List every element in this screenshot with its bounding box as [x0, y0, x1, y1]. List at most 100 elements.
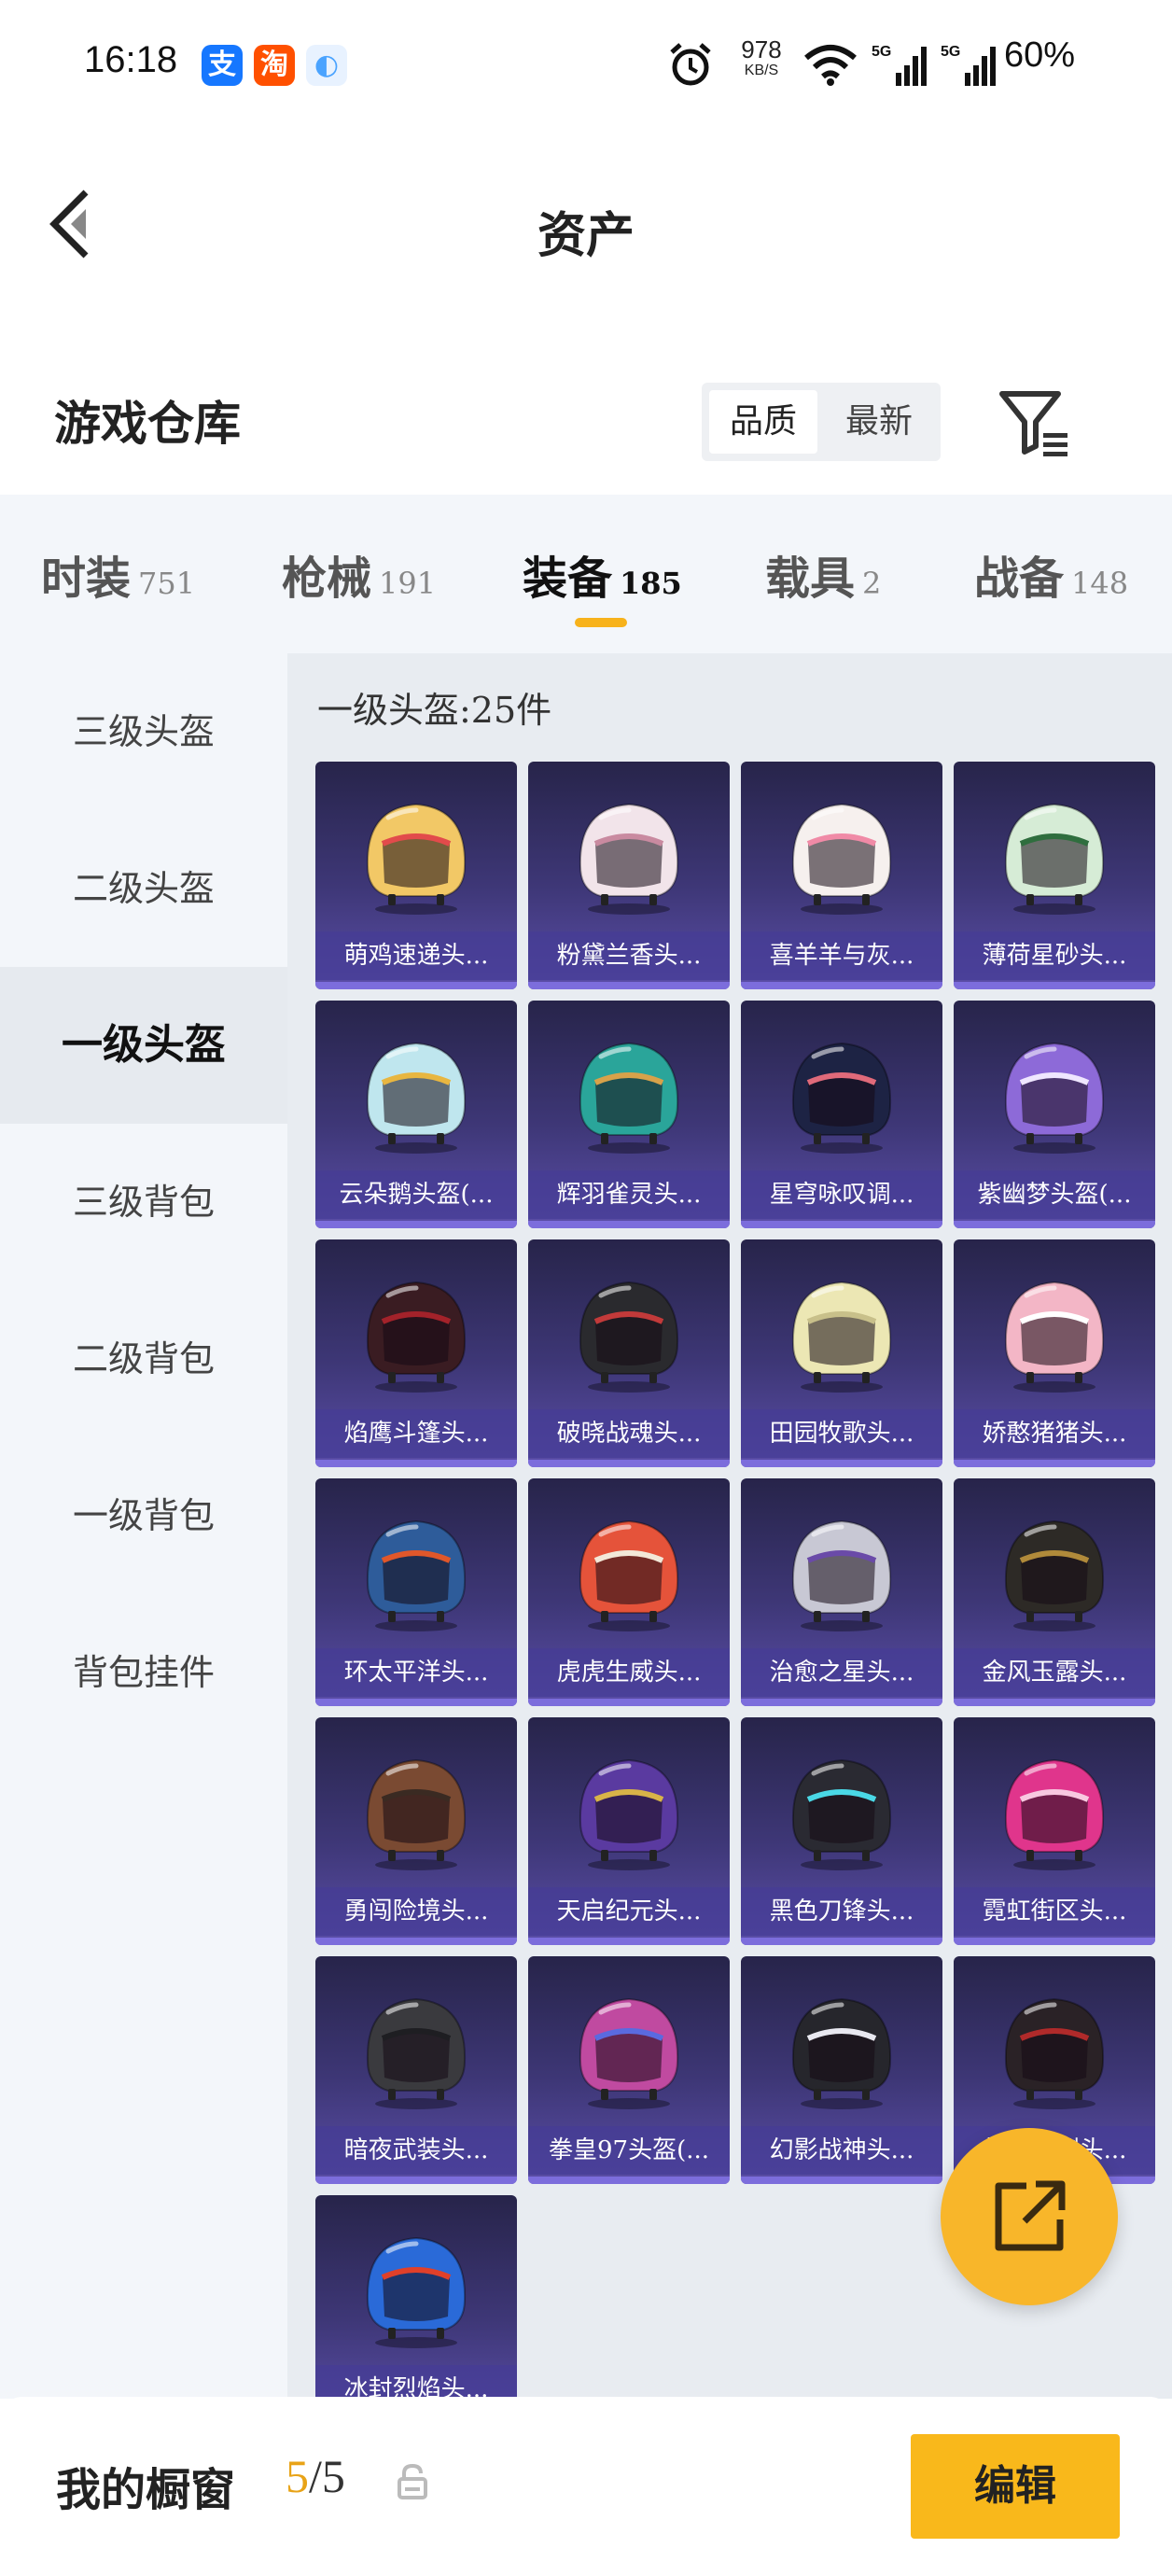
- item-card[interactable]: 田园牧歌头...: [741, 1239, 942, 1467]
- helmet-icon: [1004, 1758, 1105, 1870]
- item-name: 喜羊羊与灰...: [741, 931, 942, 980]
- item-card[interactable]: 焰鹰斗篷头...: [315, 1239, 517, 1467]
- svg-text:5G: 5G: [872, 44, 891, 60]
- item-card[interactable]: 霓虹街区头...: [954, 1717, 1155, 1945]
- cloud-app-icon: ◐: [306, 45, 347, 86]
- item-name: 治愈之星头...: [741, 1648, 942, 1697]
- item-card[interactable]: 冰封烈焰头...: [315, 2195, 517, 2423]
- sort-toggle: 品质 最新: [702, 383, 941, 461]
- tab-vehicles[interactable]: 载具 2: [765, 541, 881, 616]
- showcase-bar: 我的橱窗 5/5 编辑: [0, 2397, 1172, 2576]
- taobao-icon: 淘: [254, 45, 295, 86]
- tab-supplies[interactable]: 战备 148: [974, 541, 1128, 616]
- item-name: 破晓战魂头...: [528, 1409, 730, 1458]
- helmet-icon: [1004, 1519, 1105, 1631]
- item-name: 金风玉露头...: [954, 1648, 1155, 1697]
- item-card[interactable]: 暗夜武装头...: [315, 1956, 517, 2184]
- helmet-icon: [791, 1042, 892, 1154]
- page-title: 资产: [537, 207, 635, 264]
- network-speed: 978 KB/S: [741, 35, 782, 78]
- helmet-icon: [366, 1758, 467, 1870]
- share-external-icon: [995, 2180, 1066, 2251]
- helmet-icon: [1004, 1042, 1105, 1154]
- item-card[interactable]: 云朵鹅头盔(...: [315, 1001, 517, 1228]
- item-name: 天启纪元头...: [528, 1887, 730, 1936]
- item-card[interactable]: 拳皇97头盔(...: [528, 1956, 730, 2184]
- item-card[interactable]: 环太平洋头...: [315, 1478, 517, 1706]
- tab-fashion[interactable]: 时装 751: [41, 541, 195, 616]
- tab-label: 战备: [974, 553, 1065, 605]
- signal-5g-icon-2: 5G: [941, 44, 996, 86]
- sidebar-item-level2-backpack[interactable]: 二级背包: [0, 1281, 287, 1437]
- helmet-icon: [1004, 803, 1105, 915]
- status-bar: 16:18 支 淘 ◐ 978 KB/S 5G 5G 60%: [0, 0, 1172, 131]
- helmet-icon: [579, 803, 679, 915]
- showcase-title: 我的橱窗: [56, 2464, 236, 2516]
- helmet-icon: [791, 1281, 892, 1393]
- tab-equipment[interactable]: 装备 185: [523, 541, 682, 616]
- item-name: 云朵鹅头盔(...: [315, 1170, 517, 1219]
- active-tab-indicator: [575, 618, 627, 627]
- helmet-icon: [1004, 1997, 1105, 2109]
- edit-button[interactable]: 编辑: [911, 2434, 1120, 2539]
- item-card[interactable]: 喜羊羊与灰...: [741, 762, 942, 989]
- helmet-icon: [791, 1519, 892, 1631]
- sidebar-item-level1-helmet[interactable]: 一级头盔: [0, 967, 287, 1124]
- header: 资产: [0, 131, 1172, 299]
- item-name: 暗夜武装头...: [315, 2126, 517, 2175]
- item-name: 田园牧歌头...: [741, 1409, 942, 1458]
- item-card[interactable]: 黑色刀锋头...: [741, 1717, 942, 1945]
- helmet-icon: [579, 1758, 679, 1870]
- lock-icon: [398, 2463, 427, 2499]
- showcase-count-total: 5: [321, 2450, 345, 2502]
- item-name: 焰鹰斗篷头...: [315, 1409, 517, 1458]
- item-name: 虎虎生威头...: [528, 1648, 730, 1697]
- filter-icon[interactable]: [997, 385, 1071, 459]
- sort-quality-option[interactable]: 品质: [709, 390, 817, 454]
- sidebar-item-level3-backpack[interactable]: 三级背包: [0, 1124, 287, 1281]
- item-card[interactable]: 薄荷星砂头...: [954, 762, 1155, 989]
- item-card[interactable]: 勇闯险境头...: [315, 1717, 517, 1945]
- item-card[interactable]: 辉羽雀灵头...: [528, 1001, 730, 1228]
- item-card[interactable]: 娇憨猪猪头...: [954, 1239, 1155, 1467]
- item-card[interactable]: 萌鸡速递头...: [315, 762, 517, 989]
- sort-newest-option[interactable]: 最新: [825, 390, 933, 454]
- tab-count: 2: [862, 566, 882, 601]
- item-card[interactable]: 星穹咏叹调...: [741, 1001, 942, 1228]
- helmet-icon: [579, 1997, 679, 2109]
- helmet-icon: [579, 1519, 679, 1631]
- item-name: 娇憨猪猪头...: [954, 1409, 1155, 1458]
- tab-count: 751: [138, 566, 196, 601]
- item-name: 幻影战神头...: [741, 2126, 942, 2175]
- showcase-count: 5/5: [286, 2449, 345, 2503]
- item-card[interactable]: 金风玉露头...: [954, 1478, 1155, 1706]
- item-card[interactable]: 粉黛兰香头...: [528, 762, 730, 989]
- item-card[interactable]: 幻影战神头...: [741, 1956, 942, 2184]
- item-card[interactable]: 天启纪元头...: [528, 1717, 730, 1945]
- showcase-count-separator: /: [309, 2450, 322, 2502]
- share-button[interactable]: [941, 2128, 1118, 2305]
- item-name: 薄荷星砂头...: [954, 931, 1155, 980]
- alarm-icon: [670, 43, 711, 86]
- item-name: 霓虹街区头...: [954, 1887, 1155, 1936]
- warehouse-bar: 游戏仓库 品质 最新: [0, 355, 1172, 495]
- helmet-icon: [366, 803, 467, 915]
- tab-count: 148: [1071, 566, 1129, 601]
- item-name: 黑色刀锋头...: [741, 1887, 942, 1936]
- tab-weapons[interactable]: 枪械 191: [282, 541, 436, 616]
- sidebar-item-level2-helmet[interactable]: 二级头盔: [0, 810, 287, 967]
- tab-label: 装备: [523, 553, 613, 605]
- item-count-heading: 一级头盔:25件: [317, 690, 552, 731]
- item-card[interactable]: 虎虎生威头...: [528, 1478, 730, 1706]
- item-card[interactable]: 紫幽梦头盔(...: [954, 1001, 1155, 1228]
- item-card[interactable]: 破晓战魂头...: [528, 1239, 730, 1467]
- tab-label: 载具: [765, 553, 856, 605]
- item-name: 星穹咏叹调...: [741, 1170, 942, 1219]
- item-card[interactable]: 治愈之星头...: [741, 1478, 942, 1706]
- sidebar-item-level1-backpack[interactable]: 一级背包: [0, 1437, 287, 1594]
- signal-5g-icon: 5G: [872, 44, 927, 86]
- sidebar-item-backpack-charm[interactable]: 背包挂件: [0, 1594, 287, 1751]
- battery-percent: 60%: [1004, 35, 1076, 75]
- helmet-icon: [579, 1042, 679, 1154]
- sidebar-item-level3-helmet[interactable]: 三级头盔: [0, 653, 287, 810]
